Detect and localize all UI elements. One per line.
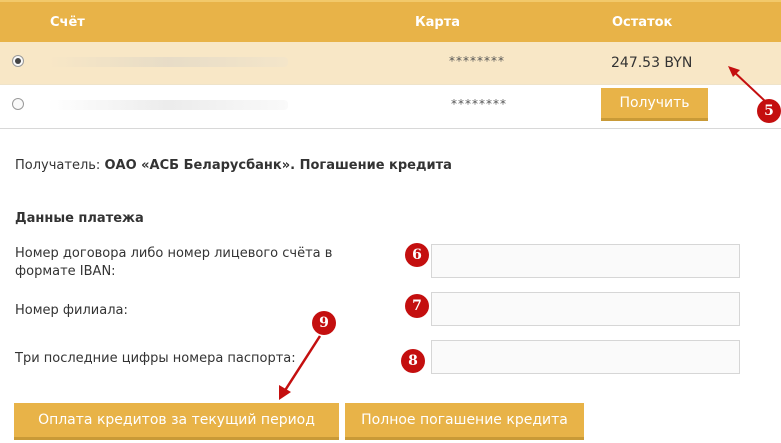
card-number-masked: ******** [451,97,507,111]
account-radio-selected[interactable] [12,55,24,67]
payment-data-title: Данные платежа [15,211,144,226]
account-balance: 247.53 BYN [611,55,693,71]
contract-number-input[interactable] [431,244,740,278]
recipient-value: ОАО «АСБ Беларусбанк». Погашение кредита [104,158,452,173]
pay-current-period-button[interactable]: Оплата кредитов за текущий период [14,403,339,440]
column-header-account: Счёт [50,15,85,30]
account-row-selected[interactable]: ******** 247.53 BYN [0,42,781,84]
annotation-marker-8: 8 [401,349,425,373]
get-balance-button[interactable]: Получить [601,88,708,121]
passport-digits-input[interactable] [431,340,740,374]
annotation-marker-5: 5 [757,99,781,123]
accounts-table-header: Счёт Карта Остаток [0,0,781,42]
card-number-masked: ******** [449,54,505,68]
column-header-balance: Остаток [612,15,673,30]
annotation-arrow-9 [279,335,322,400]
branch-number-input[interactable] [431,292,740,326]
account-number-redacted [48,100,288,110]
contract-number-label: Номер договора либо номер лицевого счёта… [15,246,333,279]
annotation-marker-6: 6 [405,243,429,267]
full-repayment-button[interactable]: Полное погашение кредита [345,403,584,440]
account-row[interactable]: ******** Получить [0,84,781,127]
recipient-label: Получатель: [15,158,101,173]
account-radio[interactable] [12,98,24,110]
recipient-line: Получатель: ОАО «АСБ Беларусбанк». Погаш… [15,158,452,173]
annotation-marker-7: 7 [405,294,429,318]
column-header-card: Карта [415,15,461,30]
accounts-table: Счёт Карта Остаток ******** 247.53 BYN *… [0,0,781,129]
passport-digits-label: Три последние цифры номера паспорта: [15,351,296,366]
account-number-redacted [48,57,288,67]
branch-number-label: Номер филиала: [15,303,128,318]
